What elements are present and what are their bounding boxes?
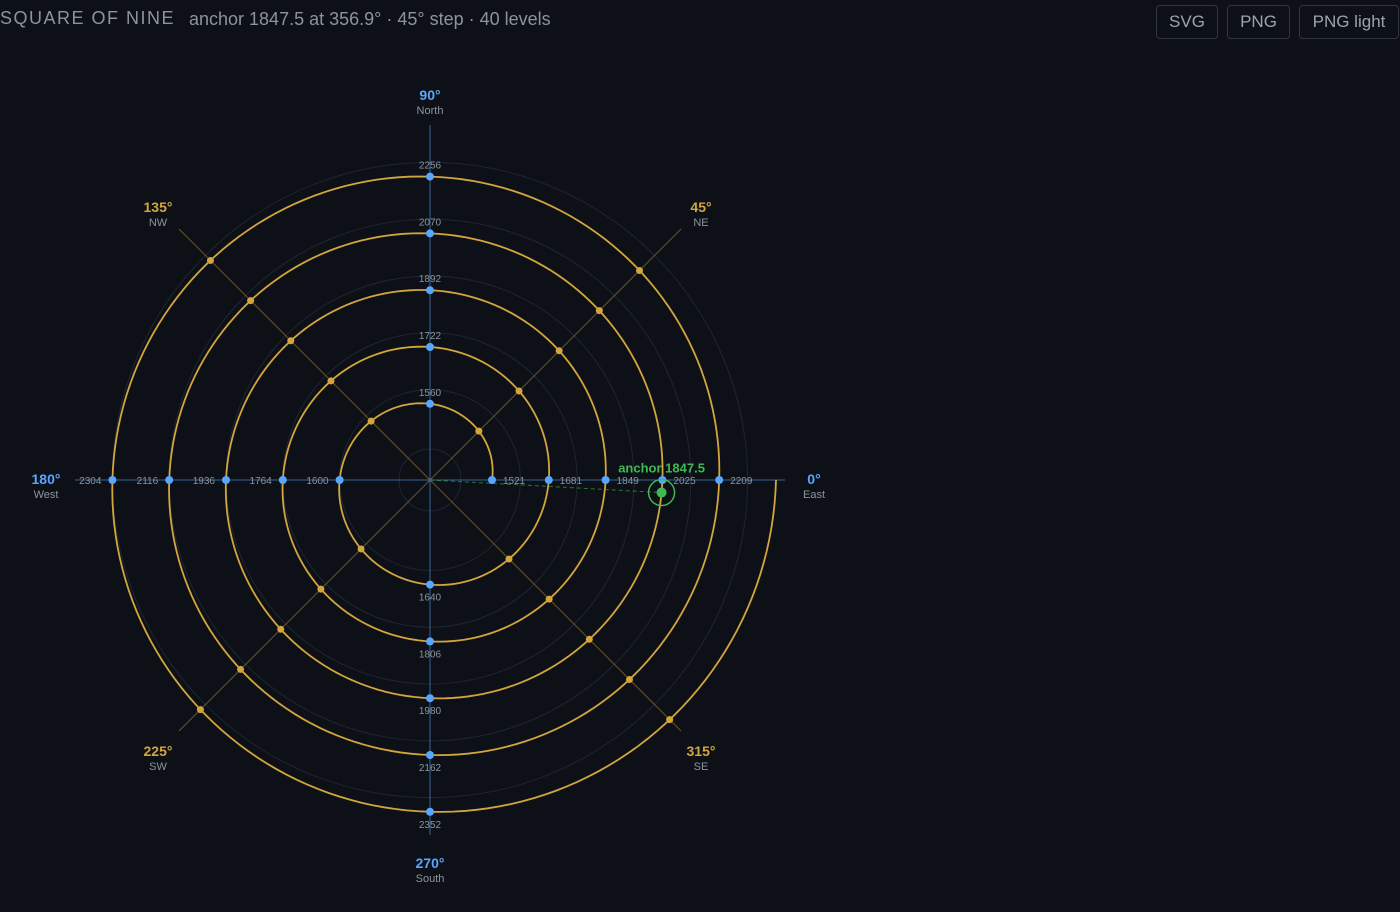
ordinal-point [196,706,204,714]
cardinal-point [426,694,434,703]
center-dot [428,478,432,482]
value-label: 1936 [193,476,216,487]
value-label: 1849 [617,476,640,487]
direction-degree-label: 270° [416,855,445,871]
direction-degree-label: 315° [687,743,716,759]
export-png-button[interactable]: PNG [1227,5,1290,39]
cardinal-point [108,476,117,484]
square-of-nine-chart: 1521 1681 1849 2025 2209 1560 1722 1892 2070 2256… [32,87,825,885]
cardinal-point [426,286,434,295]
ordinal-point [475,427,483,435]
value-label: 2209 [730,476,753,487]
ordinal-point [545,595,553,603]
direction-name-label: SE [694,761,709,773]
direction-degree-label: 45° [690,199,711,215]
cardinal-point [426,751,434,759]
cardinal-point [426,637,434,646]
direction-degree-label: 135° [144,199,173,215]
axis-se [429,479,682,732]
ordinal-point [357,545,365,553]
cardinal-point [426,580,434,589]
cardinal-point [426,229,434,238]
ordinal-point [277,625,285,633]
direction-name-label: SW [149,761,167,773]
ordinal-point [206,256,214,264]
cardinal-point [222,476,230,484]
value-label: 1640 [419,593,442,604]
anchor-point [656,487,667,498]
page-subtitle: anchor 1847.5 at 356.9° · 45° step · 40 … [189,9,551,29]
value-label: 1681 [560,476,583,487]
export-png-light-button[interactable]: PNG light [1299,5,1399,39]
ordinal-point [327,377,335,385]
value-label: 2025 [673,476,696,487]
value-label: 1980 [419,706,442,717]
export-svg-button[interactable]: SVG [1156,5,1218,39]
ordinal-point [237,665,245,673]
value-label: 2116 [137,476,159,487]
cardinal-point [426,807,434,816]
value-label: 1764 [250,476,273,487]
direction-name-label: NW [149,217,168,229]
value-label: 2256 [419,161,442,172]
ordinal-point [505,555,513,563]
ordinal-point [247,297,255,305]
ordinal-point [555,347,563,355]
ordinal-point [515,387,523,395]
direction-degree-label: 225° [144,743,173,759]
value-label: 1892 [419,274,442,285]
value-label: 1560 [419,388,442,399]
ordinal-point [287,337,295,345]
direction-name-label: East [803,489,825,501]
axis-nw [178,228,431,481]
ordinal-point [595,307,603,315]
direction-name-label: South [416,873,445,885]
page-title: SQUARE OF NINE [0,8,176,28]
value-label: 1521 [503,476,526,487]
direction-name-label: West [34,489,59,501]
ordinal-point [367,417,375,425]
direction-degree-label: 180° [32,471,61,487]
cardinal-point [715,476,724,484]
ordinal-point [317,585,325,593]
anchor-label: anchor 1847.5 [618,461,705,476]
cardinal-point [278,476,287,484]
cardinal-point [165,476,174,484]
ordinal-point [625,675,633,683]
direction-name-label: NE [693,217,708,229]
cardinal-point [544,476,553,484]
ordinal-point [585,635,593,643]
header: SQUARE OF NINE anchor 1847.5 at 356.9° ·… [0,0,1400,44]
direction-degree-label: 0° [807,471,820,487]
value-label: 2304 [79,476,102,487]
value-label: 1806 [419,649,442,660]
value-label: 2352 [419,820,442,831]
cardinal-point [488,476,496,484]
ordinal-point [636,266,644,274]
value-label: 2162 [419,763,442,774]
ordinal-point [666,716,674,724]
cardinal-point [601,476,610,484]
value-label: 1600 [306,476,329,487]
value-label: 2070 [419,217,442,228]
value-label: 1722 [419,331,442,342]
direction-degree-label: 90° [419,87,440,103]
cardinal-point [426,172,434,181]
cardinal-point [426,343,434,351]
cardinal-point [426,399,434,408]
cardinal-point [335,476,344,484]
direction-name-label: North [417,105,444,117]
